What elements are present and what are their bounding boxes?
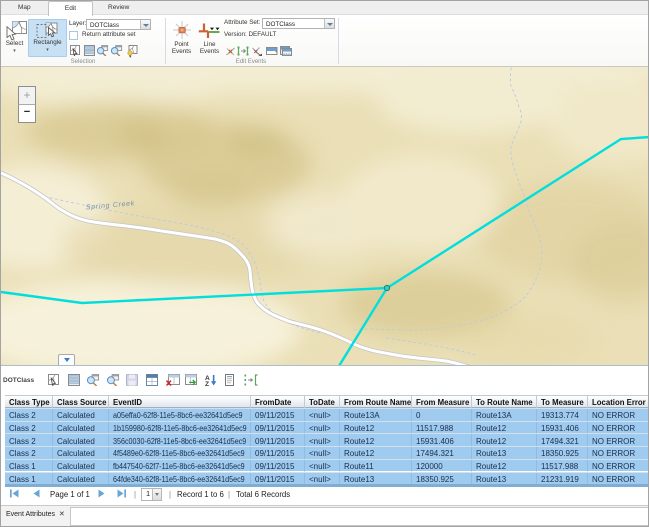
svg-text:Z: Z bbox=[205, 381, 209, 386]
